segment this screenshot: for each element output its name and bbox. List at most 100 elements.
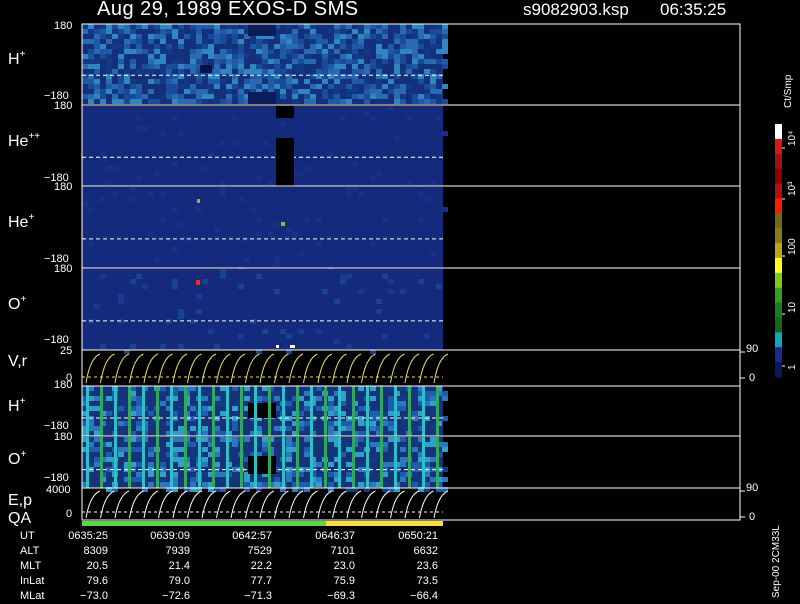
- data-cell: [286, 44, 292, 49]
- data-cell: [88, 242, 94, 247]
- data-cell: [334, 64, 340, 69]
- data-cell: [328, 396, 334, 401]
- data-cell: [346, 84, 352, 89]
- data-cell: [136, 426, 142, 431]
- data-cell: [400, 99, 406, 104]
- data-cell: [346, 477, 352, 482]
- data-cell: [358, 59, 364, 64]
- data-cell: [130, 59, 136, 64]
- data-cell: [262, 44, 268, 49]
- stripe: [240, 437, 243, 488]
- data-cell: [202, 94, 208, 99]
- data-cell: [418, 39, 424, 44]
- data-cell: [346, 462, 352, 467]
- sweep-curve: [216, 490, 231, 519]
- data-cell: [250, 39, 256, 44]
- stripe: [184, 386, 187, 436]
- data-cell: [316, 217, 322, 222]
- stripe: [156, 386, 159, 436]
- data-cell: [292, 29, 298, 34]
- data-cell: [274, 44, 280, 49]
- data-cell: [142, 284, 148, 289]
- data-cell: [358, 406, 364, 411]
- data-cell: [106, 457, 112, 462]
- data-cell: [316, 49, 322, 54]
- stripe: [352, 437, 355, 488]
- data-cell: [430, 44, 436, 49]
- data-cell: [106, 34, 112, 39]
- right-tick-bottom: 0: [749, 372, 756, 384]
- data-cell: [358, 34, 364, 39]
- data-cell: [376, 299, 382, 304]
- data-cell: [376, 24, 382, 29]
- colorbar-segment: [775, 257, 782, 274]
- data-cell: [358, 94, 364, 99]
- data-cell: [220, 69, 226, 74]
- data-cell: [394, 69, 400, 74]
- data-cell: [232, 84, 238, 89]
- data-cell: [388, 401, 394, 406]
- data-cell: [94, 89, 100, 94]
- data-cell: [124, 44, 130, 49]
- data-cell: [316, 242, 322, 247]
- data-cell: [118, 24, 124, 29]
- data-cell: [136, 44, 142, 49]
- data-cell: [418, 279, 424, 284]
- data-cell: [136, 94, 142, 99]
- data-cell: [346, 99, 352, 104]
- data-cell: [106, 396, 112, 401]
- data-cell: [178, 59, 184, 64]
- panel-label-he-plusplus: He++: [8, 131, 41, 150]
- sweep-curve: [317, 353, 333, 384]
- data-spot: [276, 345, 279, 348]
- data-cell: [238, 54, 244, 59]
- data-cell: [130, 29, 136, 34]
- data-cell: [208, 49, 214, 54]
- data-cell: [292, 232, 298, 237]
- data-cell: [388, 426, 394, 431]
- data-cell: [364, 64, 370, 69]
- data-cell: [190, 426, 196, 431]
- colorbar-segment: [775, 332, 782, 348]
- data-cell: [106, 59, 112, 64]
- data-cell: [418, 192, 424, 197]
- data-cell: [178, 426, 184, 431]
- data-cell: [286, 437, 292, 442]
- colorbar-label: 100: [787, 238, 798, 255]
- data-cell: [220, 54, 226, 59]
- data-cell: [262, 482, 268, 487]
- data-cell: [418, 94, 424, 99]
- data-cell: [394, 59, 400, 64]
- data-cell: [202, 426, 208, 431]
- data-cell: [424, 334, 430, 339]
- data-cell: [262, 141, 268, 146]
- data-cell: [304, 447, 310, 452]
- sweep-curve: [404, 490, 420, 519]
- data-cell: [232, 49, 238, 54]
- sweep-curve: [230, 353, 246, 384]
- data-cell: [220, 29, 226, 34]
- data-cell: [352, 84, 358, 89]
- data-cell: [346, 472, 352, 477]
- data-cell: [286, 457, 292, 462]
- data-cell: [334, 49, 340, 54]
- data-cell: [130, 24, 136, 29]
- data-cell: [88, 64, 94, 69]
- data-cell: [142, 126, 148, 131]
- data-cell: [94, 64, 100, 69]
- data-cell: [256, 274, 262, 279]
- panel-label-ep: E,p: [8, 492, 33, 509]
- data-cell: [136, 406, 142, 411]
- data-cell: [118, 59, 124, 64]
- data-cell: [424, 197, 430, 202]
- spectrogram-panel: [82, 187, 443, 268]
- data-cell: [388, 437, 394, 442]
- data-cell: [88, 79, 94, 84]
- data-cell: [94, 426, 100, 431]
- sweep-curve: [274, 353, 289, 384]
- data-cell: [100, 24, 106, 29]
- data-cell: [412, 447, 418, 452]
- sweep-curve: [433, 490, 449, 519]
- data-cell: [112, 166, 118, 171]
- stripe: [436, 437, 439, 488]
